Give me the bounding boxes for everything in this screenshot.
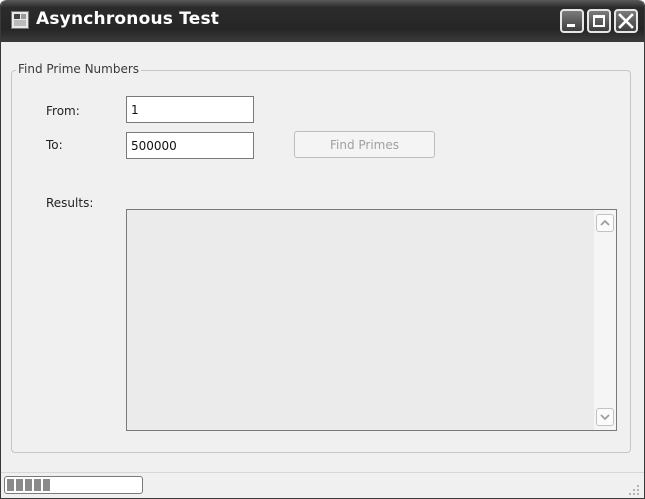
to-label: To:: [46, 138, 63, 152]
resize-grip-icon[interactable]: [628, 484, 640, 496]
window-title: Asynchronous Test: [36, 9, 220, 29]
results-vertical-scrollbar[interactable]: [594, 210, 616, 430]
progress-block: [43, 479, 50, 491]
results-textarea[interactable]: [126, 209, 617, 431]
close-button[interactable]: [614, 9, 638, 33]
status-bar: [1, 472, 644, 498]
progress-block: [25, 479, 32, 491]
progress-block: [34, 479, 41, 491]
scroll-up-button[interactable]: [596, 214, 614, 232]
to-input[interactable]: [126, 132, 254, 159]
app-window: Asynchronous Test Find Prime Numbers Fro…: [0, 0, 645, 499]
progress-block: [7, 479, 14, 491]
from-label: From:: [46, 104, 80, 118]
maximize-icon: [593, 15, 605, 27]
results-label: Results:: [46, 196, 94, 210]
chevron-up-icon: [600, 219, 610, 226]
close-icon: [618, 13, 634, 29]
title-bar[interactable]: Asynchronous Test: [1, 0, 644, 42]
progress-bar: [4, 476, 143, 494]
chevron-down-icon: [600, 414, 610, 421]
from-input[interactable]: [126, 96, 254, 123]
progress-fill: [7, 479, 50, 491]
group-legend: Find Prime Numbers: [16, 62, 142, 76]
app-window-icon[interactable]: [11, 11, 29, 29]
find-primes-button[interactable]: Find Primes: [294, 131, 435, 158]
progress-block: [16, 479, 23, 491]
minimize-button[interactable]: [560, 9, 584, 33]
scroll-down-button[interactable]: [596, 408, 614, 426]
maximize-button[interactable]: [587, 9, 611, 33]
minimize-icon: [567, 24, 575, 27]
